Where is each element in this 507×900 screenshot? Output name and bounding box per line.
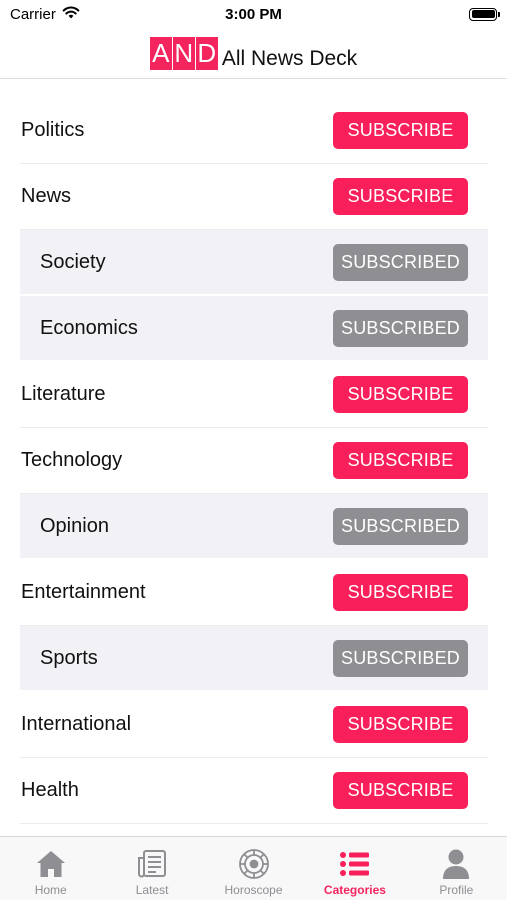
- category-row: Sports SUBSCRIBED: [20, 626, 488, 692]
- category-row: Technology SUBSCRIBE: [20, 428, 488, 494]
- app-screen: Carrier 3:00 PM A N D All News Deck Poli…: [0, 0, 507, 900]
- status-left: Carrier: [10, 5, 80, 23]
- tab-horoscope[interactable]: Horoscope: [203, 837, 304, 900]
- app-title: All News Deck: [221, 46, 358, 70]
- tab-latest[interactable]: Latest: [101, 837, 202, 900]
- subscribed-button[interactable]: SUBSCRIBED: [333, 639, 468, 677]
- subscribe-button[interactable]: SUBSCRIBE: [333, 112, 468, 149]
- category-row: News SUBSCRIBE: [20, 164, 488, 230]
- subscribe-button[interactable]: SUBSCRIBE: [333, 706, 468, 743]
- tab-label: Latest: [135, 883, 169, 897]
- category-label: News: [21, 185, 72, 207]
- category-row: International SUBSCRIBE: [20, 692, 488, 758]
- category-row: Health SUBSCRIBE: [20, 758, 488, 824]
- tab-home[interactable]: Home: [0, 837, 101, 900]
- subscribe-button[interactable]: SUBSCRIBE: [333, 772, 468, 809]
- list-icon: [338, 847, 372, 881]
- logo-letter-a: A: [149, 36, 172, 70]
- category-label: Politics: [21, 119, 85, 141]
- category-label: Opinion: [40, 514, 109, 537]
- category-label: Literature: [21, 383, 106, 405]
- app-logo: A N D All News Deck: [149, 36, 358, 70]
- category-row: Society SUBSCRIBED: [20, 230, 488, 296]
- newspaper-icon: [135, 847, 169, 881]
- category-row: Literature SUBSCRIBE: [20, 362, 488, 428]
- category-label: International: [21, 713, 132, 735]
- category-label: Technology: [21, 449, 123, 471]
- subscribed-button[interactable]: SUBSCRIBED: [333, 309, 468, 347]
- category-label: Economics: [40, 316, 138, 339]
- tab-label: Home: [34, 883, 67, 897]
- battery-level-fill: [471, 10, 495, 18]
- category-row: Opinion SUBSCRIBED: [20, 494, 488, 560]
- category-row: Entertainment SUBSCRIBE: [20, 560, 488, 626]
- wifi-icon: [62, 5, 80, 23]
- person-icon: [439, 847, 473, 881]
- zodiac-wheel-icon: [237, 847, 271, 881]
- tab-label: Profile: [439, 883, 474, 897]
- status-bar: Carrier 3:00 PM: [0, 0, 507, 28]
- tab-categories[interactable]: Categories: [304, 837, 405, 900]
- tab-label: Horoscope: [224, 883, 283, 897]
- category-list: Politics SUBSCRIBE News SUBSCRIBE Society SUB…: [20, 98, 488, 824]
- tab-label: Categories: [323, 883, 386, 897]
- category-row: Economics SUBSCRIBED: [20, 296, 488, 362]
- subscribe-button[interactable]: SUBSCRIBE: [333, 376, 468, 413]
- logo-letter-d: D: [195, 36, 218, 70]
- home-icon: [34, 847, 68, 881]
- category-label: Society: [40, 250, 106, 273]
- tab-profile[interactable]: Profile: [406, 837, 507, 900]
- subscribe-button[interactable]: SUBSCRIBE: [333, 442, 468, 479]
- category-label: Entertainment: [21, 581, 146, 603]
- tab-bar: Home Latest Horoscope Categories Profile: [0, 836, 507, 900]
- subscribed-button[interactable]: SUBSCRIBED: [333, 507, 468, 545]
- app-header: A N D All News Deck: [0, 28, 507, 79]
- subscribed-button[interactable]: SUBSCRIBED: [333, 243, 468, 281]
- category-label: Sports: [40, 646, 98, 669]
- battery-icon: [469, 7, 500, 21]
- logo-letters: A N D: [149, 36, 218, 70]
- category-row: Politics SUBSCRIBE: [20, 98, 488, 164]
- category-label: Health: [21, 779, 79, 801]
- subscribe-button[interactable]: SUBSCRIBE: [333, 178, 468, 215]
- carrier-label: Carrier: [10, 5, 56, 23]
- subscribe-button[interactable]: SUBSCRIBE: [333, 574, 468, 611]
- logo-letter-n: N: [172, 36, 195, 70]
